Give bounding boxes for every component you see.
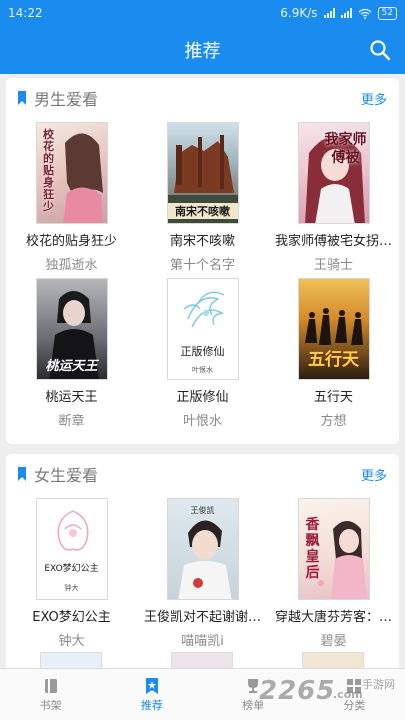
- book-cover[interactable]: 我家师傅被: [297, 122, 370, 224]
- bottom-tab-bar: 书架 推荐 榜单 分类: [0, 668, 405, 720]
- book-item[interactable]: 王俊凯 王俊凯对不起谢谢… 喵喵凯i: [137, 498, 268, 649]
- book-item[interactable]: 桃运天王 桃运天王 断章: [6, 278, 137, 429]
- cover-title: 我家师傅被: [324, 132, 367, 166]
- book-title: 南宋不咳嗽: [169, 234, 235, 249]
- book-cover[interactable]: 香飘皇后: [297, 498, 370, 600]
- book-item[interactable]: EXO梦幻公主 钟大 EXO梦幻公主 钟大: [6, 498, 137, 649]
- book-author: 王骑士: [313, 258, 353, 273]
- tab-label: 榜单: [242, 698, 265, 712]
- book-title: 校花的贴身狂少: [25, 234, 117, 249]
- status-time: 14:22: [8, 6, 43, 20]
- book-cover[interactable]: 南宋不咳嗽: [166, 122, 239, 224]
- tab-label: 分类: [343, 698, 366, 712]
- book-author: 碧晏: [320, 634, 347, 649]
- book-cover[interactable]: EXO梦幻公主 钟大: [35, 498, 108, 600]
- book-icon: [44, 678, 57, 693]
- book-item[interactable]: 五行天 五行天 方想: [268, 278, 399, 429]
- book-author: 喵喵凯i: [181, 634, 224, 649]
- cover-author: 叶恨水: [192, 366, 213, 374]
- book-item[interactable]: 我家师傅被 我家师傅被宅女拐… 王骑士: [268, 122, 399, 273]
- book-cover[interactable]: 桃运天王: [35, 278, 108, 380]
- book-item[interactable]: 南宋不咳嗽 南宋不咳嗽 第十个名字: [137, 122, 268, 273]
- bookmark-icon: [145, 677, 158, 694]
- book-author: 第十个名字: [169, 258, 235, 273]
- trophy-icon: [248, 678, 259, 693]
- app-bar: 推荐: [0, 26, 405, 74]
- grid-icon: [347, 678, 362, 693]
- section-boys-favorites: 男生爱看 更多 校花的贴身狂少 校花的贴身狂少 独孤逝水 南宋不咳嗽 南宋不咳嗽…: [6, 78, 399, 444]
- cover-title: 香飘皇后: [305, 517, 320, 581]
- cover-title: 桃运天王: [45, 359, 98, 374]
- cover-title: 校花的贴身狂少: [43, 128, 54, 213]
- book-title: EXO梦幻公主: [32, 610, 111, 625]
- book-cover[interactable]: 五行天: [297, 278, 370, 380]
- book-title: 穿越大唐芬芳客：…: [274, 610, 392, 625]
- cover-title: 王俊凯: [190, 506, 215, 515]
- book-cover[interactable]: 校花的贴身狂少: [35, 122, 108, 224]
- search-icon[interactable]: [369, 39, 391, 61]
- book-author: 独孤逝水: [45, 258, 98, 273]
- cover-title: 五行天: [308, 350, 359, 370]
- page-title: 推荐: [184, 41, 221, 62]
- book-item[interactable]: 校花的贴身狂少 校花的贴身狂少 独孤逝水: [6, 122, 137, 273]
- book-cover[interactable]: 王俊凯: [166, 498, 239, 600]
- book-title: 桃运天王: [45, 390, 98, 405]
- bookmark-icon: [18, 467, 26, 481]
- signal-icon-2: [340, 8, 352, 18]
- book-author: 断章: [58, 414, 85, 429]
- book-item[interactable]: 正版修仙 叶恨水 正版修仙 叶恨水: [137, 278, 268, 429]
- book-author: 叶恨水: [182, 414, 222, 429]
- more-link[interactable]: 更多: [361, 465, 387, 484]
- cover-title: EXO梦幻公主: [44, 564, 99, 574]
- book-title: 正版修仙: [176, 390, 229, 405]
- battery-indicator: 52: [377, 6, 397, 20]
- status-bar: 14:22 6.9K/s 52: [0, 0, 405, 26]
- tab-category[interactable]: 分类: [304, 669, 405, 720]
- section-girls-favorites: 女生爱看 更多 EXO梦幻公主 钟大 EXO梦幻公主 钟大 王俊凯 王俊凯对不起…: [6, 454, 399, 684]
- network-speed: 6.9K/s: [280, 6, 318, 20]
- tab-label: 书架: [39, 698, 62, 712]
- section-header: 女生爱看 更多: [6, 454, 399, 494]
- book-author: 钟大: [58, 634, 85, 649]
- book-title: 我家师傅被宅女拐…: [274, 234, 392, 249]
- book-title: 王俊凯对不起谢谢…: [143, 610, 261, 625]
- book-item[interactable]: 香飘皇后 穿越大唐芬芳客：… 碧晏: [268, 498, 399, 649]
- tab-recommend[interactable]: 推荐: [101, 669, 202, 720]
- section-title: 男生爱看: [34, 90, 99, 109]
- bookmark-icon: [18, 91, 26, 105]
- book-author: 方想: [320, 414, 347, 429]
- cover-title: 南宋不咳嗽: [167, 203, 238, 219]
- section-header: 男生爱看 更多: [6, 78, 399, 118]
- book-cover[interactable]: 正版修仙 叶恨水: [166, 278, 239, 380]
- cover-author: 钟大: [64, 584, 79, 592]
- cover-title: 正版修仙: [180, 345, 225, 358]
- section-title: 女生爱看: [34, 466, 99, 485]
- signal-icon: [323, 8, 335, 18]
- tab-label: 推荐: [140, 698, 163, 712]
- book-title: 五行天: [313, 390, 353, 405]
- tab-ranking[interactable]: 榜单: [203, 669, 304, 720]
- wifi-icon: [358, 8, 371, 19]
- tab-bookshelf[interactable]: 书架: [0, 669, 101, 720]
- more-link[interactable]: 更多: [361, 89, 387, 108]
